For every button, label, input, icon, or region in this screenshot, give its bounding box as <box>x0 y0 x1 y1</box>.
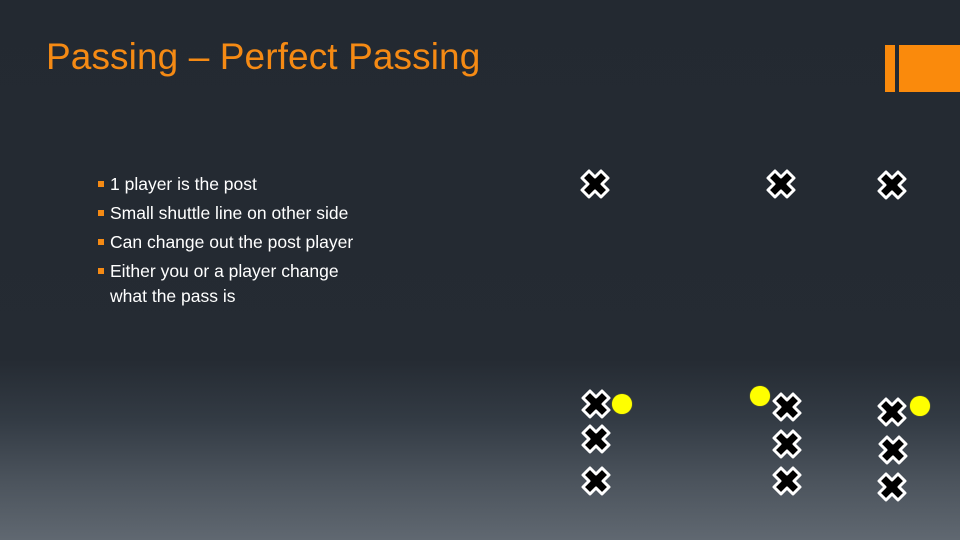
drill-diagram <box>0 0 960 540</box>
cross-marker-icon <box>771 428 803 460</box>
yellow-ball-icon <box>612 394 632 414</box>
yellow-ball-icon <box>910 396 930 416</box>
cross-marker-icon <box>771 465 803 497</box>
slide: Passing – Perfect Passing 1 player is th… <box>0 0 960 540</box>
cross-marker-icon <box>876 396 908 428</box>
cross-marker-icon <box>579 168 611 200</box>
cross-marker-icon <box>580 465 612 497</box>
cross-marker-icon <box>765 168 797 200</box>
cross-marker-icon <box>580 388 612 420</box>
cross-marker-icon <box>877 434 909 466</box>
cross-marker-icon <box>771 391 803 423</box>
cross-marker-icon <box>876 169 908 201</box>
cross-marker-icon <box>580 423 612 455</box>
cross-marker-icon <box>876 471 908 503</box>
yellow-ball-icon <box>750 386 770 406</box>
